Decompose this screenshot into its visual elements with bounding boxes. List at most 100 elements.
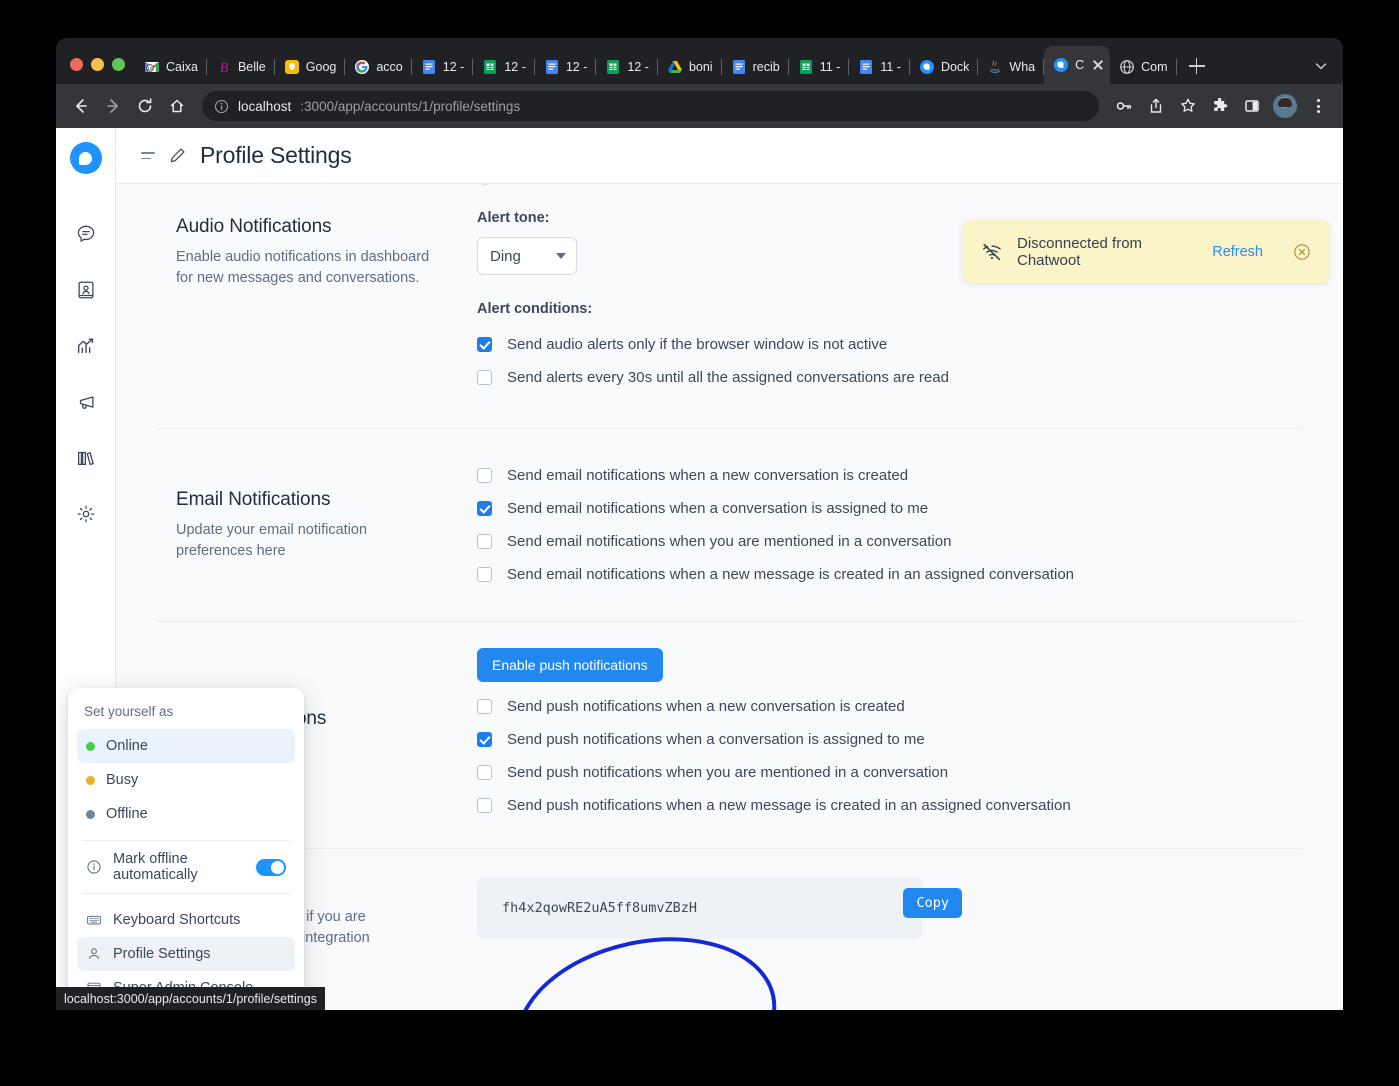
checkbox-row[interactable]: Send audio alerts only if the browser wi… [477,328,1303,361]
address-bar[interactable]: localhost:3000/app/accounts/1/profile/se… [202,91,1099,121]
share-icon[interactable] [1141,91,1171,121]
push-new-message-checkbox[interactable] [477,798,492,813]
password-key-icon[interactable] [1109,91,1139,121]
close-circle-icon[interactable] [1293,243,1311,261]
browser-tab[interactable]: boni [658,50,722,84]
section-description: Update your email notification preferenc… [176,522,368,560]
email-new-conversation-checkbox[interactable] [477,468,492,483]
sidebar-item-campaigns[interactable] [66,382,106,422]
browser-tab[interactable]: Goog [275,50,346,84]
status-option-busy[interactable]: Busy [77,763,295,797]
menu-item-profile-settings[interactable]: Profile Settings [77,937,295,971]
browser-tab[interactable]: recib [722,50,789,84]
browser-tab[interactable]: 12 - [535,50,597,84]
profile-avatar[interactable] [1273,94,1297,118]
megaphone-icon [79,396,94,409]
tab-label: Wha [1009,60,1036,74]
toast-refresh-link[interactable]: Refresh [1212,244,1263,260]
side-panel-icon[interactable] [1237,91,1267,121]
reload-button[interactable] [130,91,160,121]
email-new-message-checkbox[interactable] [477,567,492,582]
browser-tab[interactable]: Wha [978,50,1044,84]
radio-row-all-conversations[interactable]: All conversations [477,184,1303,188]
browser-tab[interactable]: 11 - [789,50,850,84]
browser-tab[interactable]: 10 Caixa [135,50,207,84]
back-button[interactable] [66,91,96,121]
sidebar-item-settings[interactable] [66,494,106,534]
checkbox-row[interactable]: Send email notifications when a new mess… [477,558,1303,591]
browser-tab[interactable]: Dock [910,50,979,84]
browser-tab[interactable]: 12 - [473,50,535,84]
alert-tone-select[interactable]: Ding [477,237,577,275]
tab-label: Com [1141,60,1168,74]
pencil-icon[interactable] [168,146,187,165]
close-tab-icon[interactable] [1090,57,1106,73]
bookmark-star-icon[interactable] [1173,91,1203,121]
status-option-online[interactable]: Online [77,729,295,763]
site-information-icon[interactable] [214,99,229,114]
checkbox-row[interactable]: Send alerts every 30s until all the assi… [477,361,1303,394]
tab-label: Dock [940,60,970,74]
audio-alert-every-30s-checkbox[interactable] [477,370,492,385]
email-mentioned-checkbox[interactable] [477,534,492,549]
audio-alert-browser-inactive-checkbox[interactable] [477,337,492,352]
new-tab-button[interactable] [1183,52,1211,80]
tab-label: Belle [237,60,266,74]
extensions-puzzle-icon[interactable] [1205,91,1235,121]
browser-tab[interactable]: 12 - [412,50,474,84]
tab-label: Caixa [166,60,198,74]
enable-push-notifications-button[interactable]: Enable push notifications [477,648,663,682]
browser-window: 10 Caixa B Belle Goog acco 12 - 12 - 12 … [56,38,1343,1010]
sidebar-item-reports[interactable] [66,326,106,366]
access-token-field[interactable]: fh4x2qowRE2uA5ff8umvZBzH Copy [477,877,962,939]
status-dot-busy [86,775,95,785]
tab-search-chevron-down-icon[interactable] [1307,52,1335,80]
checkbox-row[interactable]: Send push notifications when you are men… [477,756,1303,789]
push-new-conversation-checkbox[interactable] [477,699,492,714]
close-window-button[interactable] [70,58,83,71]
section-email-controls: Send email notifications when a new conv… [476,459,1303,591]
menu-item-label: Keyboard Shortcuts [113,912,241,928]
minimize-window-button[interactable] [91,58,104,71]
browser-tab[interactable]: 12 - [596,50,658,84]
push-mentioned-checkbox[interactable] [477,765,492,780]
browser-tab[interactable]: acco [345,50,412,84]
tab-list: 10 Caixa B Belle Goog acco 12 - 12 - 12 … [135,38,1343,84]
window-controls [64,58,135,84]
google-icon [355,60,370,74]
checkbox-row[interactable]: Send push notifications when a conversat… [477,723,1303,756]
browser-tab[interactable]: 11 - [849,50,910,84]
all-conversations-radio[interactable] [477,184,492,185]
maximize-window-button[interactable] [112,58,125,71]
checkbox-row[interactable]: Send email notifications when a conversa… [477,492,1303,525]
copy-token-button[interactable]: Copy [903,888,962,918]
divider [82,840,290,841]
checkbox-row[interactable]: Send email notifications when a new conv… [477,459,1303,492]
browser-tab[interactable]: B Belle [207,50,275,84]
checkbox-row[interactable]: Send push notifications when a new conve… [477,690,1303,723]
mark-offline-toggle[interactable] [256,858,286,876]
tab-label: 12 - [504,60,526,74]
menu-item-keyboard-shortcuts[interactable]: Keyboard Shortcuts [77,903,295,937]
sidebar-item-help-center[interactable] [66,438,106,478]
checkbox-row[interactable]: Send email notifications when you are me… [477,525,1303,558]
checkbox-row[interactable]: Send push notifications when a new messa… [477,789,1303,822]
forward-button[interactable] [98,91,128,121]
browser-tab-active[interactable]: C [1044,46,1111,84]
mark-offline-automatically-row[interactable]: Mark offline automatically [77,850,295,884]
sidebar-item-conversations[interactable] [66,214,106,254]
email-assigned-checkbox[interactable] [477,501,492,516]
browser-tab[interactable]: Com [1110,50,1177,84]
chatwoot-logo[interactable] [69,142,102,174]
home-button[interactable] [162,91,192,121]
token-row: fh4x2qowRE2uA5ff8umvZBzH Copy [477,877,1303,939]
hamburger-icon[interactable] [141,151,155,160]
browser-toolbar: localhost:3000/app/accounts/1/profile/se… [56,84,1343,128]
more-menu-icon[interactable] [1303,91,1333,121]
sidebar-item-contacts[interactable] [66,270,106,310]
tab-label: acco [376,60,403,74]
status-option-offline[interactable]: Offline [77,797,295,831]
dropdown-title: Set yourself as [84,704,174,719]
access-token-value: fh4x2qowRE2uA5ff8umvZBzH [502,900,698,916]
push-assigned-checkbox[interactable] [477,732,492,747]
